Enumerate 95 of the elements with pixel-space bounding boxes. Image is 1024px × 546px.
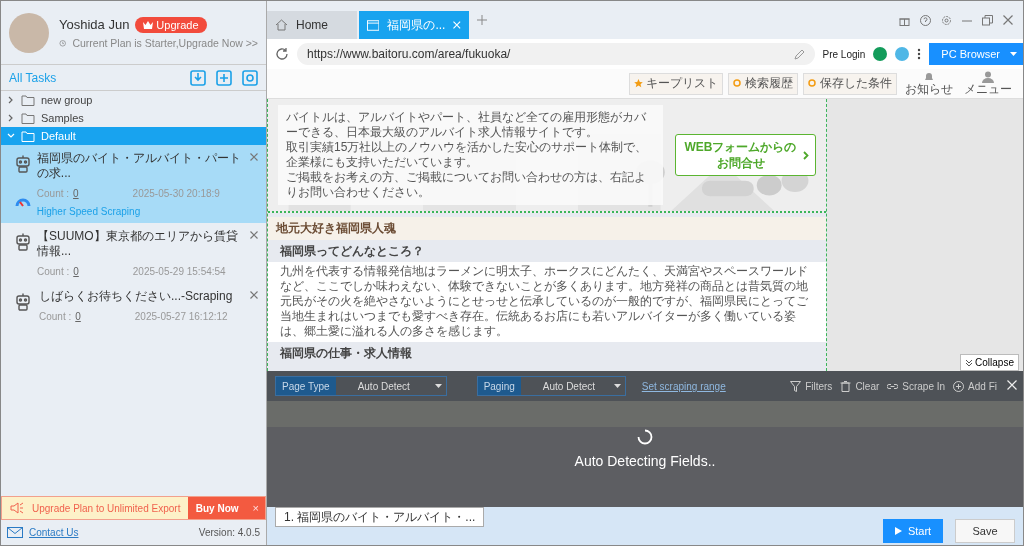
import-icon[interactable]	[190, 69, 206, 86]
dropdown-field[interactable]: Page Type Auto Detect	[275, 376, 447, 396]
section-paragraph: 九州を代表する情報発信地はラーメンに明太子、ホークスにどんたく、天満宮やスペースワールドなど、ここでしか味わえない、体験できないことが多くあります。地方発祥の商品とは昔気質の地元民がその火を絶やさないようにとせっせと伝承しているのが一般的ですが、福岡県民にとってご当地生まれはいつまでも愛すべき存在。伝統あるお店にも若いアルバイターが多く働いている姿は、郷土愛に溢れる人の多さを感じます。	[268, 262, 826, 342]
robot-icon	[15, 155, 31, 173]
collapse-button[interactable]: Collapse	[960, 354, 1019, 371]
task-item[interactable]: 福岡県のバイト・アルバイト・パートの求... Count : 0 2025-05-30 20:18:9 Higher Speed Scraping	[1, 145, 266, 223]
bell-icon	[923, 71, 935, 83]
avatar	[9, 12, 49, 53]
menu-button[interactable]: メニュー	[961, 71, 1015, 96]
address-field[interactable]: https://www.baitoru.com/area/fukuoka/	[297, 43, 815, 65]
add-task-icon[interactable]	[216, 69, 232, 86]
task-date: 2025-05-27 16:12:12	[134, 311, 228, 322]
page-icon	[367, 19, 380, 31]
task-title: 福岡県のバイト・アルバイト・パートの求...	[36, 151, 242, 181]
dropdown-field[interactable]: Paging Auto Detect	[476, 376, 626, 396]
all-tasks-label: All Tasks	[9, 70, 57, 85]
task-title: しばらくお待ちください...-Scraping	[39, 289, 233, 304]
double-chevron-icon	[965, 358, 974, 367]
web-form-button[interactable]: WEBフォームからの お問合せ	[675, 134, 816, 176]
loading-spinner-icon	[637, 429, 653, 445]
plan-link[interactable]: Current Plan is Starter,Upgrade Now >>	[72, 36, 258, 49]
task-item[interactable]: 【SUUMO】東京都のエリアから賃貸情報... Count : 0 2025-05-29 15:54:54	[1, 223, 266, 283]
restore-icon[interactable]	[982, 14, 993, 26]
edit-icon[interactable]	[793, 48, 805, 60]
user-name: Yoshida Jun	[59, 17, 130, 32]
group-item[interactable]: new group	[1, 91, 266, 109]
browser-tab[interactable]: Home	[267, 11, 357, 39]
notification-button[interactable]: お知らせ	[902, 71, 956, 96]
banner-text: Upgrade Plan to Unlimited Export	[32, 502, 181, 514]
site-nav-button[interactable]: キープリスト	[629, 72, 723, 95]
crown-icon	[143, 20, 154, 29]
count-label: Count :	[39, 311, 72, 322]
search-task-icon[interactable]	[242, 69, 258, 86]
star-icon	[634, 79, 643, 88]
new-tab-icon[interactable]	[477, 15, 487, 25]
intro-text: バイトルは、アルバイトやパート、社員など全ての雇用形態がカバーできる、日本最大級のアルバイト求人情報サイトです。 取引実績15万社以上のノウハウを活かした安心のサポート体制で、企業様にも支持いただいています。 ご掲載をお考えの方、ご掲載についてお問い合わせの方は、右記よりお問い合わせください。	[278, 105, 663, 205]
play-icon	[894, 527, 902, 535]
buy-now-button[interactable]: Buy Now	[187, 497, 247, 519]
home-icon	[275, 19, 288, 31]
trash-icon	[840, 380, 852, 392]
close-icon[interactable]	[1003, 14, 1013, 25]
task-title: 【SUUMO】東京都のエリアから賃貸情報...	[37, 229, 239, 259]
caret-icon[interactable]	[613, 384, 621, 388]
section-heading: 地元大好き福岡県人魂	[268, 217, 826, 240]
folder-icon	[21, 130, 35, 142]
close-icon[interactable]	[250, 291, 258, 299]
toolbar-button[interactable]: Scrape In	[887, 380, 946, 392]
settings-icon[interactable]	[941, 14, 952, 26]
step-tab[interactable]: 1. 福岡県のバイト・アルバイト・...	[275, 507, 485, 527]
site-nav-button[interactable]: 検索履歴	[728, 72, 798, 95]
robot-icon	[15, 293, 31, 311]
toolbar-button[interactable]: Filters	[790, 380, 833, 392]
close-icon[interactable]	[250, 231, 258, 239]
filter-icon	[790, 380, 802, 392]
count-value[interactable]: 0	[73, 188, 79, 199]
chevron-icon[interactable]	[7, 96, 15, 104]
close-icon[interactable]	[250, 153, 258, 161]
count-value[interactable]: 0	[75, 311, 81, 322]
folder-icon	[21, 94, 35, 106]
caret-icon[interactable]	[434, 384, 442, 388]
toolbar-button[interactable]: Clear	[840, 380, 880, 392]
section-subheading: 福岡県の仕事・求人情報	[279, 345, 413, 362]
scraping-mode: Higher Speed Scraping	[36, 206, 142, 217]
count-label: Count :	[37, 266, 70, 277]
pc-browser-dropdown[interactable]: PC Browser	[929, 43, 1023, 65]
site-nav-button[interactable]: 保存した条件	[803, 72, 897, 95]
count-value[interactable]: 0	[73, 266, 79, 277]
version-text: Version: 4.0.5	[198, 527, 260, 538]
count-label: Count :	[36, 188, 70, 199]
caret-icon[interactable]	[1010, 52, 1017, 56]
task-date: 2025-05-30 20:18:9	[132, 188, 220, 199]
save-button[interactable]: Save	[955, 519, 1015, 543]
group-item[interactable]: Samples	[1, 109, 266, 127]
task-date: 2025-05-29 15:54:54	[132, 266, 226, 277]
chevron-icon[interactable]	[7, 132, 15, 140]
task-item[interactable]: しばらくお待ちください...-Scraping Count : 0 2025-05-27 16:12:12	[1, 283, 266, 328]
help-icon[interactable]	[920, 14, 931, 26]
more-icon[interactable]	[917, 48, 922, 60]
chevron-icon[interactable]	[7, 114, 15, 122]
start-button[interactable]: Start	[883, 519, 943, 543]
mail-icon[interactable]	[7, 527, 23, 538]
robot-icon	[15, 233, 31, 251]
toolbar-button[interactable]: Add Fi	[953, 380, 997, 392]
reload-icon[interactable]	[275, 47, 289, 61]
speaker-icon	[10, 502, 24, 514]
section-subheading: 福岡県ってどんなところ？	[279, 243, 425, 260]
upgrade-button[interactable]: Upgrade	[135, 16, 207, 33]
chevron-icon	[803, 150, 809, 160]
add-icon	[953, 380, 965, 392]
contact-link[interactable]: Contact Us	[29, 527, 79, 538]
folder-icon	[21, 112, 35, 124]
pre-login-link[interactable]: Pre Login	[822, 48, 866, 60]
user-icon	[982, 71, 994, 83]
scraping-range-link[interactable]: Set scraping range	[641, 380, 726, 392]
status-message: Auto Detecting Fields..	[574, 453, 716, 469]
